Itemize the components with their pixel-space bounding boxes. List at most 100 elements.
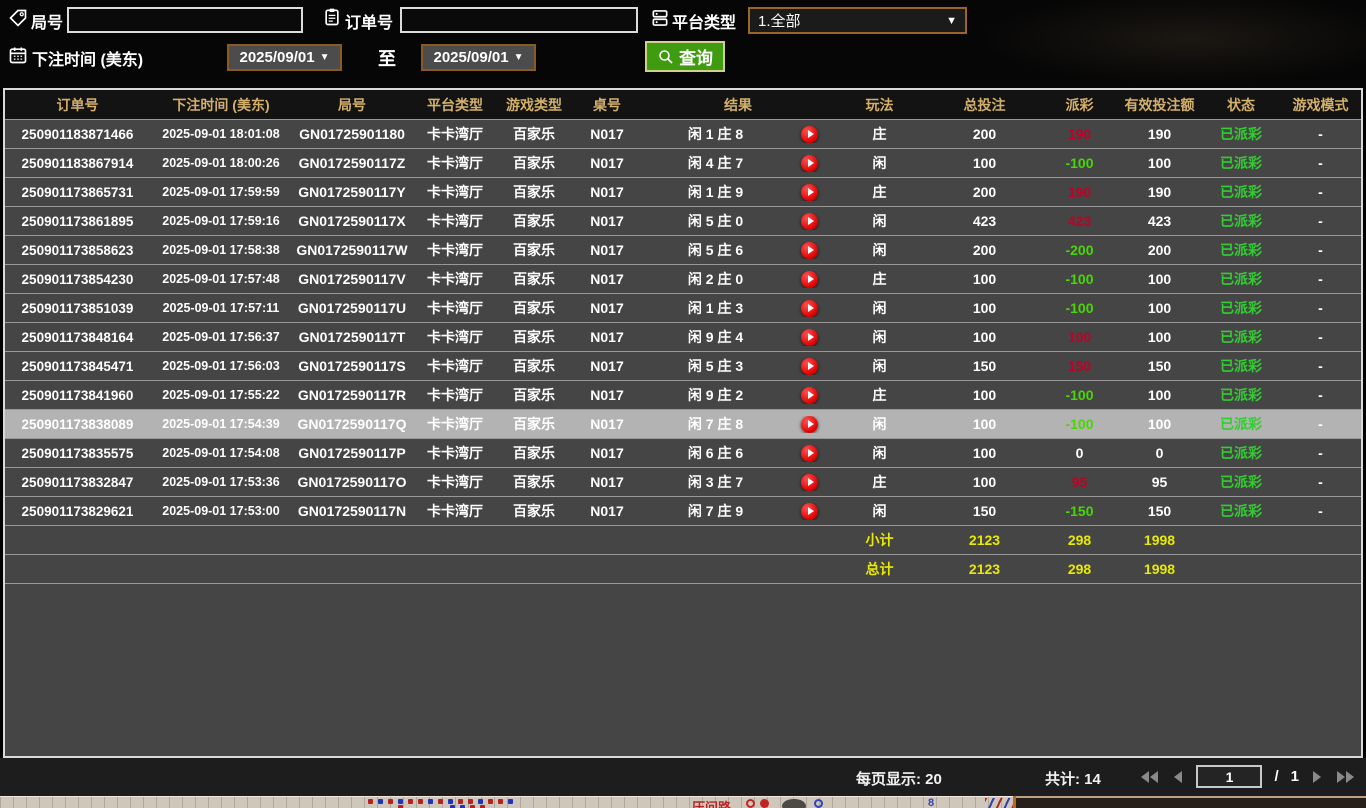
column-header: 桌号 [593,96,621,113]
replay-play-icon[interactable] [801,473,818,491]
cell-platform-type: 卡卡湾厅 [427,416,483,432]
replay-play-icon[interactable] [801,241,818,259]
cell-platform-type: 卡卡湾厅 [427,300,483,316]
page-number-input[interactable] [1196,765,1263,788]
replay-play-icon[interactable] [801,270,818,288]
first-page-button[interactable] [1139,769,1160,785]
table-body: 250901183871466 2025-09-01 18:01:08 GN0172… [5,120,1361,584]
cell-valid-bet: 100 [1147,271,1172,287]
table-row[interactable]: 250901173838089 2025-09-01 17:54:39 GN0172… [5,410,1361,439]
round-number-input[interactable] [67,7,303,33]
cell-order-number: 250901183867914 [21,155,134,171]
cell-valid-bet: 190 [1147,184,1172,200]
previous-page-button[interactable] [1172,769,1184,785]
replay-play-icon[interactable] [801,154,818,172]
table-row[interactable]: 250901183871466 2025-09-01 18:01:08 GN0172… [5,120,1361,149]
cell-order-number: 250901173835575 [21,445,134,461]
cell-valid-bet: 423 [1147,213,1172,229]
total-pages-label: 1 [1290,768,1299,785]
cell-order-number: 250901173848164 [21,329,134,345]
date-from-value: 2025/09/01 [239,49,315,66]
cell-table-number: N017 [590,213,624,229]
cell-bet-time: 2025-09-01 17:55:22 [162,388,280,402]
table-row[interactable]: 250901173835575 2025-09-01 17:54:08 GN0172… [5,439,1361,468]
play-triangle-icon [807,449,814,457]
cell-payout: -100 [1065,155,1094,171]
cell-result: 闲 5 庄 3 [687,358,744,374]
table-row[interactable]: 250901173865731 2025-09-01 17:59:59 GN0172… [5,178,1361,207]
cell-total-bet: 100 [972,329,997,345]
round-number-label: 局号 [31,15,64,32]
cell-payout: -150 [1065,503,1094,519]
bet-time-label: 下注时间 (美东) [32,52,144,69]
replay-play-icon[interactable] [801,183,818,201]
column-header: 结果 [724,96,752,113]
replay-play-icon[interactable] [801,357,818,375]
table-row[interactable]: 250901183867914 2025-09-01 18:00:26 GN0172… [5,149,1361,178]
page-separator: / [1274,768,1279,785]
blue-ring-icon [814,799,823,808]
cell-bet-time: 2025-09-01 17:59:59 [162,185,280,199]
server-list-icon [652,10,668,26]
play-triangle-icon [807,420,814,428]
cell-result: 闲 1 庄 8 [687,126,744,142]
cell-play-type: 庄 [872,184,887,200]
cell-payout: 423 [1067,213,1092,229]
replay-play-icon[interactable] [801,415,818,433]
replay-play-icon[interactable] [801,444,818,462]
cell-total-bet: 100 [972,474,997,490]
table-row[interactable]: 250901173854230 2025-09-01 17:57:48 GN0172… [5,265,1361,294]
table-row[interactable]: 250901173845471 2025-09-01 17:56:03 GN0172… [5,352,1361,381]
cell-game-mode: - [1318,329,1323,345]
replay-play-icon[interactable] [801,502,818,520]
table-row[interactable]: 250901173832847 2025-09-01 17:53:36 GN0172… [5,468,1361,497]
cell-order-number: 250901173861895 [21,213,134,229]
cell-status: 已派彩 [1220,126,1262,142]
table-row[interactable]: 250901173841960 2025-09-01 17:55:22 GN0172… [5,381,1361,410]
cell-round-number: GN0172590117S [298,358,406,374]
search-button[interactable]: 查询 [645,41,725,72]
cell-replay [787,154,832,172]
cell-result: 闲 9 庄 4 [687,329,744,345]
replay-play-icon[interactable] [801,386,818,404]
column-header: 下注时间 (美东) [172,96,270,113]
cell-total-bet: 150 [972,358,997,374]
table-row[interactable]: 250901173861895 2025-09-01 17:59:16 GN0172… [5,207,1361,236]
road-label-text: 压问路 [692,800,732,808]
cell-valid-bet: 200 [1147,242,1172,258]
table-row[interactable]: 250901173829621 2025-09-01 17:53:00 GN0172… [5,497,1361,526]
cell-payout: 190 [1067,126,1092,142]
replay-play-icon[interactable] [801,212,818,230]
table-row[interactable]: 250901173858623 2025-09-01 17:58:38 GN0172… [5,236,1361,265]
cell-total-bet: 150 [972,503,997,519]
replay-play-icon[interactable] [801,299,818,317]
platform-type-select[interactable]: 1.全部 ▼ [748,7,967,34]
cell-game-mode: - [1318,242,1323,258]
cell-result: 闲 2 庄 0 [687,271,744,287]
table-row[interactable]: 250901173848164 2025-09-01 17:56:37 GN0172… [5,323,1361,352]
next-page-button[interactable] [1311,769,1323,785]
cell-game-type: 百家乐 [513,184,555,200]
cell-order-number: 250901173832847 [21,474,134,490]
last-page-button[interactable] [1335,769,1356,785]
cell-bet-time: 2025-09-01 17:54:39 [162,417,280,431]
cell-table-number: N017 [590,242,624,258]
cell-result: 闲 5 庄 0 [687,213,744,229]
order-number-input[interactable] [400,7,638,33]
date-to-picker[interactable]: 2025/09/01 ▼ [421,44,536,71]
cell-game-type: 百家乐 [513,213,555,229]
table-row[interactable]: 250901173851039 2025-09-01 17:57:11 GN0172… [5,294,1361,323]
replay-play-icon[interactable] [801,125,818,143]
cell-status: 已派彩 [1220,387,1262,403]
cell-result: 闲 7 庄 9 [687,503,744,519]
cell-status: 已派彩 [1220,300,1262,316]
cell-game-type: 百家乐 [513,416,555,432]
date-from-picker[interactable]: 2025/09/01 ▼ [227,44,342,71]
total-row-payout: 298 [1067,561,1092,577]
bet-records-panel: 订单号 下注时间 (美东) 局号 平台类型 游戏类型 桌号 结果 玩法 总投注 派彩 有效投注额 状态… [3,88,1363,758]
tag-icon [9,9,27,27]
replay-play-icon[interactable] [801,328,818,346]
calendar-icon [9,47,27,64]
cell-status: 已派彩 [1220,213,1262,229]
cell-platform-type: 卡卡湾厅 [427,387,483,403]
